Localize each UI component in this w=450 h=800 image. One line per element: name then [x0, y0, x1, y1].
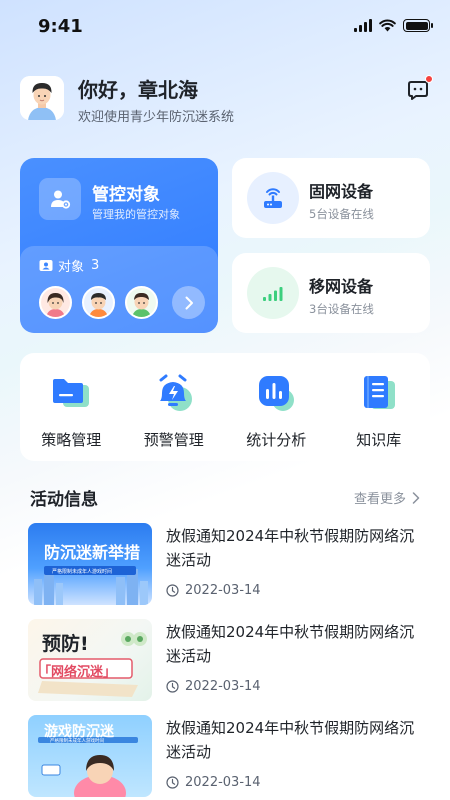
status-icons [354, 19, 433, 32]
menu-item-strategy[interactable]: 策略管理 [20, 353, 123, 461]
menu-label: 策略管理 [41, 431, 102, 449]
thumbnail-title: 预防! [42, 633, 89, 655]
battery-icon [403, 19, 433, 32]
activity-date-row: 2022-03-14 [166, 583, 261, 598]
activity-date: 2022-03-14 [185, 679, 261, 694]
clock-icon [166, 680, 179, 693]
folder-icon [53, 379, 90, 407]
message-button[interactable] [406, 75, 433, 102]
activity-thumbnail: 防沉迷新举措 严格限制未成年人游戏时间 [28, 523, 152, 605]
router-icon [247, 172, 299, 224]
activity-date-row: 2022-03-14 [166, 679, 261, 694]
fixed-network-device-card[interactable]: 固网设备 5台设备在线 [232, 158, 430, 238]
menu-item-alert[interactable]: 预警管理 [123, 353, 226, 461]
object-avatar[interactable] [82, 286, 115, 319]
mobile-device-title: 移网设备 [309, 277, 374, 296]
chevron-right-icon [185, 296, 193, 309]
status-bar: 9:41 [0, 0, 450, 54]
signal-bars-icon [247, 267, 299, 319]
activity-title: 放假通知2024年中秋节假期防网络沉迷活动 [166, 527, 415, 569]
fixed-device-status: 5台设备在线 [309, 207, 374, 221]
object-avatar[interactable] [39, 286, 72, 319]
see-more-label: 查看更多 [353, 492, 406, 507]
control-card-title: 管控对象 [92, 185, 160, 205]
header: 你好，章北海 欢迎使用青少年防沉迷系统 [20, 74, 433, 125]
activity-section-title: 活动信息 [30, 490, 98, 510]
object-avatar[interactable] [125, 286, 158, 319]
activity-date: 2022-03-14 [185, 583, 261, 598]
welcome-text: 欢迎使用青少年防沉迷系统 [78, 110, 235, 125]
activity-item[interactable]: 游戏防沉迷 严格限制未成年人游戏时间 放假通知2024年中秋节假期防网络沉迷活动… [28, 715, 422, 797]
clock-icon [166, 776, 179, 789]
activity-date: 2022-03-14 [185, 775, 261, 790]
menu-label: 知识库 [356, 431, 402, 449]
cellular-signal-icon [354, 19, 372, 32]
activity-title: 放假通知2024年中秋节假期防网络沉迷活动 [166, 623, 415, 665]
object-avatars [39, 286, 205, 319]
menu-label: 预警管理 [143, 431, 204, 449]
activity-thumbnail: 游戏防沉迷 严格限制未成年人游戏时间 [28, 715, 152, 797]
activity-title: 放假通知2024年中秋节假期防网络沉迷活动 [166, 719, 415, 761]
objects-count: 3 [91, 258, 100, 273]
control-card-subtitle: 管理我的管控对象 [92, 208, 180, 221]
thumbnail-subtitle: 严格限制未成年人游戏时间 [50, 739, 104, 744]
control-objects-panel: 对象 3 [20, 246, 218, 333]
activity-thumbnail: 预防! 「网络沉迷」 [28, 619, 152, 701]
activity-item[interactable]: 预防! 「网络沉迷」 放假通知2024年中秋节假期防网络沉迷活动 2022-03… [28, 619, 422, 701]
menu-item-statistics[interactable]: 统计分析 [225, 353, 328, 461]
chart-icon [259, 376, 295, 411]
mobile-network-device-card[interactable]: 移网设备 3台设备在线 [232, 253, 430, 333]
thumbnail-subtitle: 「网络沉迷」 [38, 665, 117, 680]
more-objects-button[interactable] [172, 286, 205, 319]
objects-count-row: 对象 3 [39, 256, 99, 275]
user-avatar[interactable] [20, 76, 64, 120]
status-time: 9:41 [38, 16, 83, 37]
fixed-device-title: 固网设备 [309, 182, 374, 201]
wifi-icon [379, 19, 396, 32]
menu-label: 统计分析 [246, 431, 307, 449]
thumbnail-title: 防沉迷新举措 [44, 543, 141, 562]
activity-date-row: 2022-03-14 [166, 775, 261, 790]
quick-menu: 策略管理 预警管理 统计分析 知识库 [20, 353, 430, 461]
thumbnail-subtitle: 严格限制未成年人游戏时间 [52, 569, 113, 575]
greeting-text: 你好，章北海 [78, 78, 198, 102]
menu-item-knowledge[interactable]: 知识库 [328, 353, 431, 461]
chevron-right-icon [412, 491, 420, 504]
mobile-device-status: 3台设备在线 [309, 302, 374, 316]
activity-item[interactable]: 防沉迷新举措 严格限制未成年人游戏时间 放假通知2024年中秋节假期防网络沉迷活… [28, 523, 422, 605]
book-icon [363, 376, 395, 409]
notification-dot [425, 75, 433, 83]
user-settings-icon [39, 178, 81, 220]
clock-icon [166, 584, 179, 597]
alarm-icon [159, 374, 192, 411]
control-objects-card[interactable]: 管控对象 管理我的管控对象 对象 3 [20, 158, 218, 333]
id-card-icon [39, 260, 53, 271]
objects-label: 对象 [58, 260, 85, 275]
see-more-link[interactable]: 查看更多 [354, 488, 420, 507]
